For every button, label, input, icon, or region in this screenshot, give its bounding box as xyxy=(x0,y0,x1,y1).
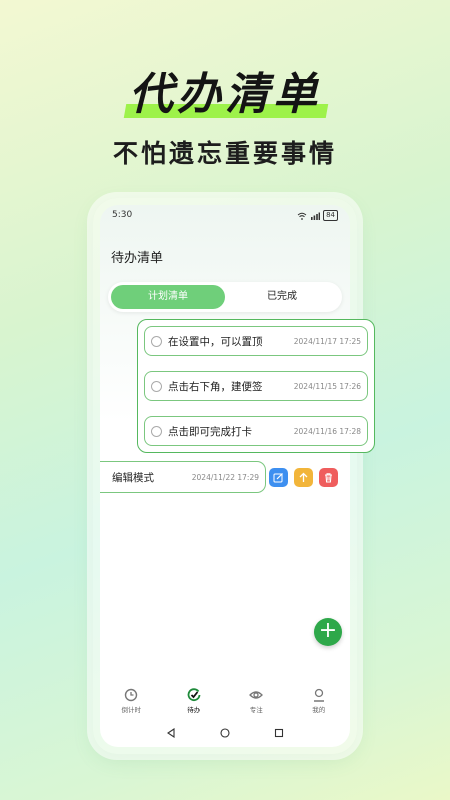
recents-icon[interactable] xyxy=(274,728,284,738)
promo-header: 代办清单 不怕遗忘重要事情 xyxy=(0,58,450,170)
delete-button[interactable] xyxy=(319,468,338,487)
promo-title: 代办清单 xyxy=(129,58,321,122)
signal-icon xyxy=(311,212,321,220)
clock-icon xyxy=(125,688,138,702)
check-circle-icon xyxy=(187,688,201,702)
home-icon[interactable] xyxy=(220,728,230,738)
edit-icon xyxy=(273,473,283,483)
task-text: 点击即可完成打卡 xyxy=(168,425,252,438)
page-title: 待办清单 xyxy=(111,251,164,266)
nav-item-profile[interactable]: 我的 xyxy=(294,688,344,718)
promo-subtitle: 不怕遗忘重要事情 xyxy=(112,139,337,168)
nav-label: 倒计时 xyxy=(121,706,142,714)
back-icon[interactable] xyxy=(166,728,176,738)
eye-icon xyxy=(249,691,264,699)
battery-indicator: 84 xyxy=(323,210,338,221)
nav-item-todo[interactable]: 待办 xyxy=(169,688,219,718)
tab-completed[interactable]: 已完成 xyxy=(225,285,339,309)
task-date: 2024/11/22 17:29 xyxy=(191,472,259,482)
task-text: 编辑模式 xyxy=(112,471,154,484)
nav-item-focus[interactable]: 专注 xyxy=(231,688,281,718)
task-item[interactable]: 在设置中，可以置顶 2024/11/17 17:25 xyxy=(144,326,368,356)
user-icon xyxy=(313,688,324,702)
task-item[interactable]: 点击即可完成打卡 2024/11/16 17:28 xyxy=(144,416,368,446)
task-item[interactable]: 点击右下角，建便签 2024/11/15 17:26 xyxy=(144,371,368,401)
nav-label: 我的 xyxy=(312,706,326,714)
nav-label: 待办 xyxy=(187,706,201,714)
add-task-button[interactable]: + xyxy=(314,618,342,646)
status-bar: 5:30 84 xyxy=(112,210,338,224)
task-text: 在设置中，可以置顶 xyxy=(168,335,263,348)
task-text: 点击右下角，建便签 xyxy=(168,380,263,393)
status-icons: 84 xyxy=(297,210,338,221)
edit-button[interactable] xyxy=(269,468,288,487)
bottom-nav: 倒计时 待办 专注 我的 xyxy=(100,688,350,718)
nav-item-countdown[interactable]: 倒计时 xyxy=(106,688,156,718)
arrow-up-icon xyxy=(299,472,308,482)
task-date: 2024/11/17 17:25 xyxy=(293,336,361,346)
system-nav-bar xyxy=(100,724,350,742)
task-list-popout: 在设置中，可以置顶 2024/11/17 17:25 点击右下角，建便签 202… xyxy=(137,319,375,453)
task-date: 2024/11/15 17:26 xyxy=(293,381,361,391)
status-time: 5:30 xyxy=(112,210,133,220)
task-date: 2024/11/16 17:28 xyxy=(293,426,361,436)
wifi-icon xyxy=(297,212,307,220)
row-actions xyxy=(269,468,338,487)
pin-top-button[interactable] xyxy=(294,468,313,487)
task-checkbox[interactable] xyxy=(151,335,162,347)
nav-label: 专注 xyxy=(249,706,263,714)
task-checkbox[interactable] xyxy=(151,425,162,437)
task-checkbox[interactable] xyxy=(151,380,162,392)
swiped-task-row[interactable]: 编辑模式 2024/11/22 17:29 xyxy=(100,461,266,493)
tab-bar: 计划清单 已完成 xyxy=(108,282,342,312)
plus-icon: + xyxy=(318,618,338,643)
tab-plan-list[interactable]: 计划清单 xyxy=(111,285,225,309)
trash-icon xyxy=(325,473,332,483)
